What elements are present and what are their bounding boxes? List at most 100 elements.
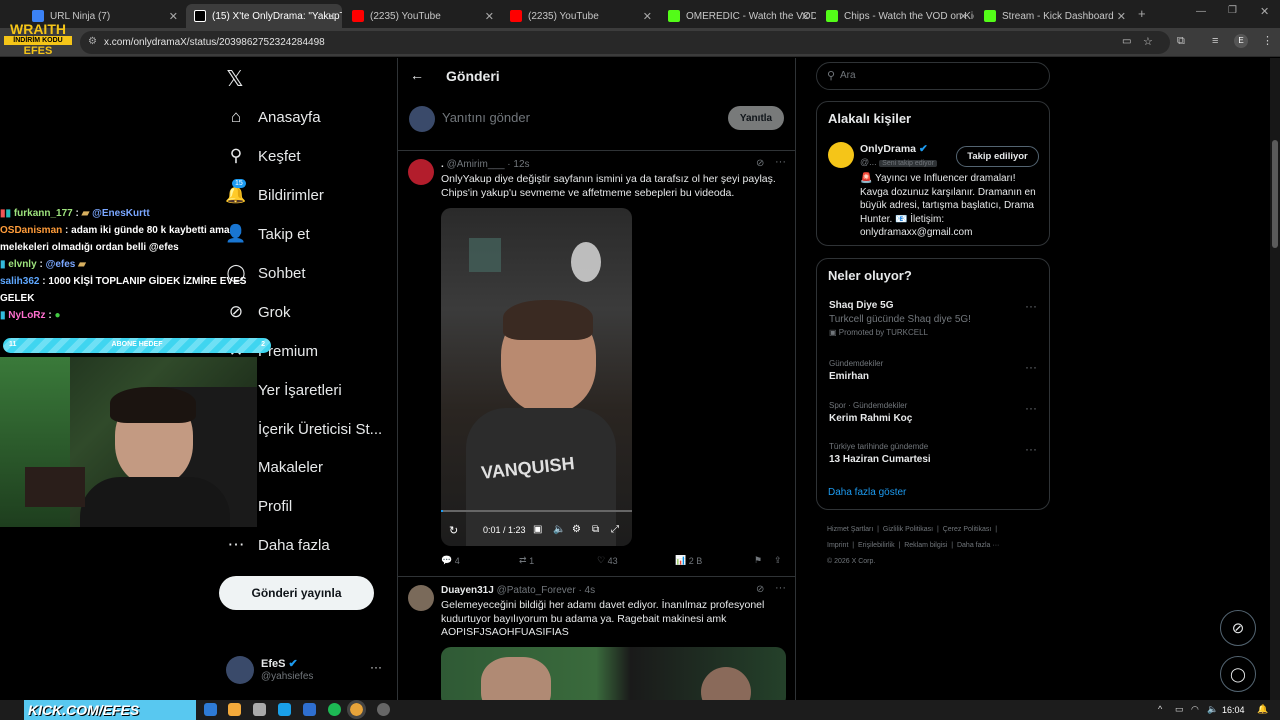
volume-icon[interactable]: 🔈	[553, 524, 565, 535]
more-icon[interactable]: ···	[775, 156, 786, 168]
tab-kick-dashboard[interactable]: Stream - Kick Dashboard ✕	[976, 4, 1132, 28]
grok-icon[interactable]: ⊘	[756, 158, 764, 169]
more-icon[interactable]: ···	[1025, 299, 1037, 313]
app-icon[interactable]	[303, 703, 316, 716]
pip-icon[interactable]: ⧉	[592, 524, 599, 535]
clock[interactable]: 16:04	[1222, 705, 1245, 715]
video-progress-track[interactable]	[441, 510, 632, 512]
sidebar-item-bell[interactable]: 🔔 Bildirimler 15	[225, 179, 324, 205]
scrollbar-thumb[interactable]	[1272, 140, 1278, 248]
tab-youtube-1[interactable]: (2235) YouTube ✕	[344, 4, 500, 28]
reply-action[interactable]: 💬 4	[441, 555, 460, 566]
spotify-icon[interactable]	[328, 703, 341, 716]
reading-list-icon[interactable]: ≡	[1212, 35, 1218, 47]
scrollbar[interactable]	[1270, 58, 1280, 700]
new-tab-button[interactable]: +	[1138, 6, 1146, 21]
notifications-icon[interactable]: 🔔	[1257, 704, 1268, 715]
replay-icon[interactable]: ↻	[449, 524, 458, 537]
window-close-button[interactable]: ✕	[1260, 5, 1269, 18]
tweet-media[interactable]	[441, 647, 786, 707]
trend-item[interactable]: Shaq Diye 5G Turkcell gücünde Shaq diye …	[829, 300, 971, 337]
close-icon[interactable]: ✕	[169, 10, 178, 23]
more-icon[interactable]: ···	[1025, 442, 1037, 456]
url-input[interactable]: ⚙ x.com/onlydramaX/status/20398627523242…	[80, 31, 1170, 54]
site-info-icon[interactable]: ⚙	[88, 36, 97, 47]
chrome-icon[interactable]	[347, 700, 366, 719]
trend-item[interactable]: Spor · Gündemdekiler Kerim Rahmi Koç	[829, 401, 912, 424]
tab-chips[interactable]: Chips - Watch the VOD on Kick ✕	[818, 4, 974, 28]
more-icon[interactable]: ···	[1025, 401, 1037, 415]
network-icon[interactable]: ▭	[1175, 704, 1184, 715]
profile-avatar[interactable]: E	[1234, 34, 1248, 48]
tab-omeredic[interactable]: OMEREDIC - Watch the VOD on✕	[660, 4, 816, 28]
file-explorer-icon[interactable]	[228, 703, 241, 716]
post-button[interactable]: Gönderi yayınla	[219, 576, 374, 610]
reply-input[interactable]: Yanıtını gönder	[442, 110, 530, 125]
sidebar-item-more[interactable]: ⋯ Daha fazla	[226, 535, 330, 555]
tweet[interactable]: Duayen31J @Patato_Forever · 4s ⊘ ··· Gel…	[398, 577, 796, 707]
trend-item[interactable]: Gündemdekiler Emirhan	[829, 359, 883, 382]
close-icon[interactable]: ✕	[643, 10, 652, 23]
footer-link[interactable]: Hizmet Şartları	[827, 526, 873, 533]
bookmark-star-icon[interactable]: ☆	[1143, 35, 1153, 48]
footer-link[interactable]: Erişilebilirlik	[858, 542, 895, 549]
tab-onlydrama[interactable]: (15) X'te OnlyDrama: "YakupTV ✕	[186, 4, 342, 28]
close-icon[interactable]: ✕	[327, 10, 336, 23]
like-action[interactable]: ♡ 43	[597, 555, 618, 566]
obs-icon[interactable]	[377, 703, 390, 716]
video-person-hair	[503, 300, 593, 340]
tab-youtube-2[interactable]: (2235) YouTube ✕	[502, 4, 658, 28]
back-arrow-icon[interactable]: ←	[410, 67, 424, 83]
show-more-link[interactable]: Daha fazla göster	[828, 487, 906, 498]
fullscreen-icon[interactable]: ⤢	[611, 524, 619, 535]
footer-link[interactable]: Reklam bilgisi	[904, 542, 947, 549]
avatar[interactable]	[828, 142, 854, 168]
footer-link[interactable]: Daha fazla ···	[957, 542, 999, 549]
sidebar-item-search[interactable]: ⚲ Keşfet	[226, 146, 301, 166]
following-button[interactable]: Takip ediliyor	[956, 146, 1039, 167]
close-icon[interactable]: ✕	[959, 10, 968, 23]
extensions-icon[interactable]: ⧉	[1177, 35, 1185, 48]
more-icon[interactable]: ···	[1025, 360, 1037, 374]
menu-icon[interactable]: ⋮	[1262, 34, 1273, 47]
reply-button[interactable]: Yanıtla	[728, 106, 784, 130]
volume-icon[interactable]: 🔈	[1207, 704, 1218, 715]
sidebar-item-home[interactable]: ⌂ Anasayfa	[226, 107, 321, 127]
grok-icon[interactable]: ⊘	[756, 584, 764, 595]
bookmark-action[interactable]: ⚑	[754, 555, 762, 566]
captions-icon[interactable]: ▣	[533, 524, 542, 535]
tweet-video[interactable]: VANQUISH ↻ 0:01 / 1:23 ▣ 🔈 ⚙ ⧉ ⤢	[441, 208, 632, 546]
share-action[interactable]: ⇪	[774, 555, 782, 566]
sidebar-item-label: Grok	[258, 303, 291, 321]
footer-link[interactable]: Çerez Politikası	[943, 526, 992, 533]
views-action[interactable]: 📊 2 B	[675, 555, 702, 566]
x-logo-icon[interactable]: 𝕏	[226, 66, 244, 92]
minimize-button[interactable]: —	[1196, 6, 1206, 17]
close-icon[interactable]: ✕	[485, 10, 494, 23]
search-input[interactable]: ⚲ Ara	[816, 62, 1050, 90]
bell-icon: 🔔	[225, 185, 247, 204]
footer-link[interactable]: Gizlilik Politikası	[883, 526, 933, 533]
close-icon[interactable]: ✕	[801, 10, 810, 23]
footer-link[interactable]: Imprint	[827, 542, 848, 549]
sidebar-item-label: Makaleler	[258, 458, 324, 476]
search-icon[interactable]	[204, 703, 217, 716]
more-icon[interactable]: ···	[370, 660, 382, 674]
settings-icon[interactable]: ⚙	[572, 524, 581, 535]
notepad-icon[interactable]	[253, 703, 266, 716]
mail-icon[interactable]	[278, 703, 291, 716]
avatar	[408, 159, 434, 185]
more-icon[interactable]: ···	[775, 582, 786, 594]
related-name[interactable]: OnlyDrama ✔	[860, 143, 928, 155]
retweet-action[interactable]: ⇄ 1	[519, 555, 534, 566]
wifi-icon[interactable]: ◠	[1191, 704, 1199, 715]
tweet[interactable]: . @Amirim___ · 12s ⊘ ··· OnlyYakup diye …	[398, 151, 796, 577]
account-switcher[interactable]: EfeS ✔ @yahsiefes ···	[226, 656, 386, 686]
messages-fab-button[interactable]: ◯	[1220, 656, 1256, 692]
maximize-button[interactable]: ❐	[1228, 5, 1237, 16]
tray-chevron-icon[interactable]: ^	[1158, 704, 1162, 714]
trend-item[interactable]: Türkiye tarihinde gündemde 13 Haziran Cu…	[829, 442, 931, 465]
cast-icon[interactable]: ▭	[1122, 36, 1131, 47]
close-icon[interactable]: ✕	[1117, 10, 1126, 23]
grok-fab-button[interactable]: ⊘	[1220, 610, 1256, 646]
